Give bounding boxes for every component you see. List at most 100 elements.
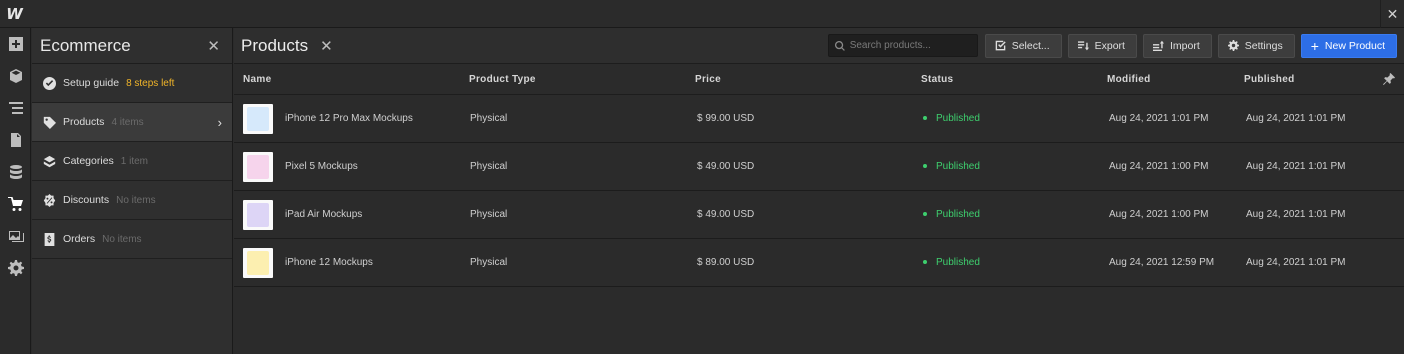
import-icon <box>1152 40 1164 51</box>
chevron-right-icon: › <box>217 115 222 130</box>
products-table-body: iPhone 12 Pro Max Mockups Physical $ 99.00… <box>234 95 1404 287</box>
status-label: Published <box>936 113 980 124</box>
close-panel-icon[interactable]: ✕ <box>207 37 220 55</box>
export-button[interactable]: Export <box>1067 33 1137 58</box>
product-modified: Aug 24, 2021 1:00 PM <box>1109 161 1209 172</box>
plus-icon: + <box>1310 37 1319 54</box>
gear-icon <box>1227 40 1239 51</box>
status-label: Published <box>936 209 980 220</box>
product-name[interactable]: iPhone 12 Mockups <box>285 257 373 268</box>
navigator-icon[interactable] <box>0 92 31 124</box>
panel-item-setup-guide[interactable]: Setup guide 8 steps left <box>32 64 232 103</box>
table-row[interactable]: Pixel 5 Mockups Physical $ 49.00 USD Publis… <box>234 143 1404 191</box>
product-modified: Aug 24, 2021 1:00 PM <box>1109 209 1209 220</box>
webflow-logo[interactable]: W <box>0 0 28 28</box>
column-header-name[interactable]: Name <box>243 74 271 85</box>
product-thumbnail <box>243 103 273 134</box>
settings-button-label: Settings <box>1244 39 1283 52</box>
table-row[interactable]: iPad Air Mockups Physical $ 49.00 USD Publi… <box>234 191 1404 239</box>
panel-item-meta: No items <box>116 194 156 206</box>
status-label: Published <box>936 161 980 172</box>
panel-item-label: Categories <box>63 155 114 167</box>
checkbox-icon <box>995 40 1006 51</box>
panel-item-meta: 8 steps left <box>126 77 175 89</box>
product-published: Aug 24, 2021 1:01 PM <box>1246 257 1346 268</box>
product-name[interactable]: iPhone 12 Pro Max Mockups <box>285 113 413 124</box>
panel-item-products[interactable]: Products 4 items › <box>32 103 232 142</box>
select-button-label: Select... <box>1011 39 1050 52</box>
column-header-published[interactable]: Published <box>1244 74 1294 85</box>
product-published: Aug 24, 2021 1:01 PM <box>1246 209 1346 220</box>
product-name[interactable]: iPad Air Mockups <box>285 209 362 220</box>
check-circle-icon <box>42 76 56 90</box>
close-icon[interactable]: ✕ <box>1380 0 1404 28</box>
table-row[interactable]: iPhone 12 Pro Max Mockups Physical $ 99.00… <box>234 95 1404 143</box>
thumbnail-image <box>247 250 269 275</box>
column-header-status[interactable]: Status <box>921 74 953 85</box>
export-icon <box>1077 41 1089 51</box>
product-published: Aug 24, 2021 1:01 PM <box>1246 161 1346 172</box>
status-dot-icon <box>923 212 927 217</box>
tag-icon <box>42 115 56 129</box>
import-button-label: Import <box>1169 39 1200 52</box>
panel-item-categories[interactable]: Categories 1 item <box>32 142 232 181</box>
status-label: Published <box>936 257 980 268</box>
thumbnail-image <box>247 202 269 227</box>
product-type: Physical <box>470 161 508 172</box>
product-name[interactable]: Pixel 5 Mockups <box>285 161 358 172</box>
close-products-icon[interactable]: ✕ <box>320 37 333 55</box>
export-button-label: Export <box>1094 39 1125 52</box>
status-dot-icon <box>923 260 927 265</box>
box-icon[interactable] <box>0 60 31 92</box>
products-header: Products ✕ Select... Export Import Setti… <box>234 28 1404 64</box>
product-price: $ 49.00 USD <box>697 161 755 172</box>
product-modified: Aug 24, 2021 1:01 PM <box>1109 113 1209 124</box>
receipt-icon <box>42 232 56 246</box>
thumbnail-image <box>247 106 269 131</box>
table-row[interactable]: iPhone 12 Mockups Physical $ 89.00 USD Publ… <box>234 239 1404 287</box>
product-modified: Aug 24, 2021 12:59 PM <box>1109 257 1215 268</box>
product-status: Published <box>923 113 980 124</box>
product-type: Physical <box>470 113 508 124</box>
panel-item-discounts[interactable]: Discounts No items <box>32 181 232 220</box>
settings-icon[interactable] <box>0 252 31 284</box>
search-icon <box>834 40 845 51</box>
panel-item-label: Orders <box>63 233 96 245</box>
product-status: Published <box>923 209 980 220</box>
cms-icon[interactable] <box>0 156 31 188</box>
table-header: Name Product Type Price Status Modified … <box>234 64 1404 95</box>
products-main: Products ✕ Select... Export Import Setti… <box>234 28 1404 354</box>
panel-item-label: Setup guide <box>63 77 120 89</box>
panel-item-meta: 4 items <box>111 116 144 128</box>
product-thumbnail <box>243 151 273 182</box>
search-input[interactable] <box>849 40 970 51</box>
pages-icon[interactable] <box>0 124 31 156</box>
add-panel-icon[interactable] <box>0 28 31 60</box>
product-thumbnail <box>243 199 273 230</box>
assets-icon[interactable] <box>0 220 31 252</box>
product-published: Aug 24, 2021 1:01 PM <box>1246 113 1346 124</box>
status-dot-icon <box>923 164 927 169</box>
pin-icon[interactable] <box>1383 73 1395 88</box>
search-box[interactable] <box>827 34 978 57</box>
product-price: $ 49.00 USD <box>697 209 755 220</box>
import-button[interactable]: Import <box>1142 33 1212 58</box>
new-product-button-label: New Product <box>1324 39 1385 52</box>
column-header-product-type[interactable]: Product Type <box>469 74 536 85</box>
layers-icon <box>42 154 56 168</box>
panel-item-meta: No items <box>102 233 142 245</box>
product-price: $ 89.00 USD <box>697 257 755 268</box>
cart-icon[interactable] <box>0 188 31 220</box>
column-header-price[interactable]: Price <box>695 74 721 85</box>
product-type: Physical <box>470 209 508 220</box>
panel-item-label: Discounts <box>63 194 110 206</box>
panel-item-label: Products <box>63 116 105 128</box>
product-thumbnail <box>243 247 273 278</box>
settings-button[interactable]: Settings <box>1217 33 1295 58</box>
new-product-button[interactable]: + New Product <box>1300 33 1397 58</box>
column-header-modified[interactable]: Modified <box>1107 74 1151 85</box>
select-button[interactable]: Select... <box>984 33 1062 58</box>
page-title: Products <box>241 35 309 55</box>
panel-item-meta: 1 item <box>120 155 149 167</box>
panel-item-orders[interactable]: Orders No items <box>32 220 232 259</box>
